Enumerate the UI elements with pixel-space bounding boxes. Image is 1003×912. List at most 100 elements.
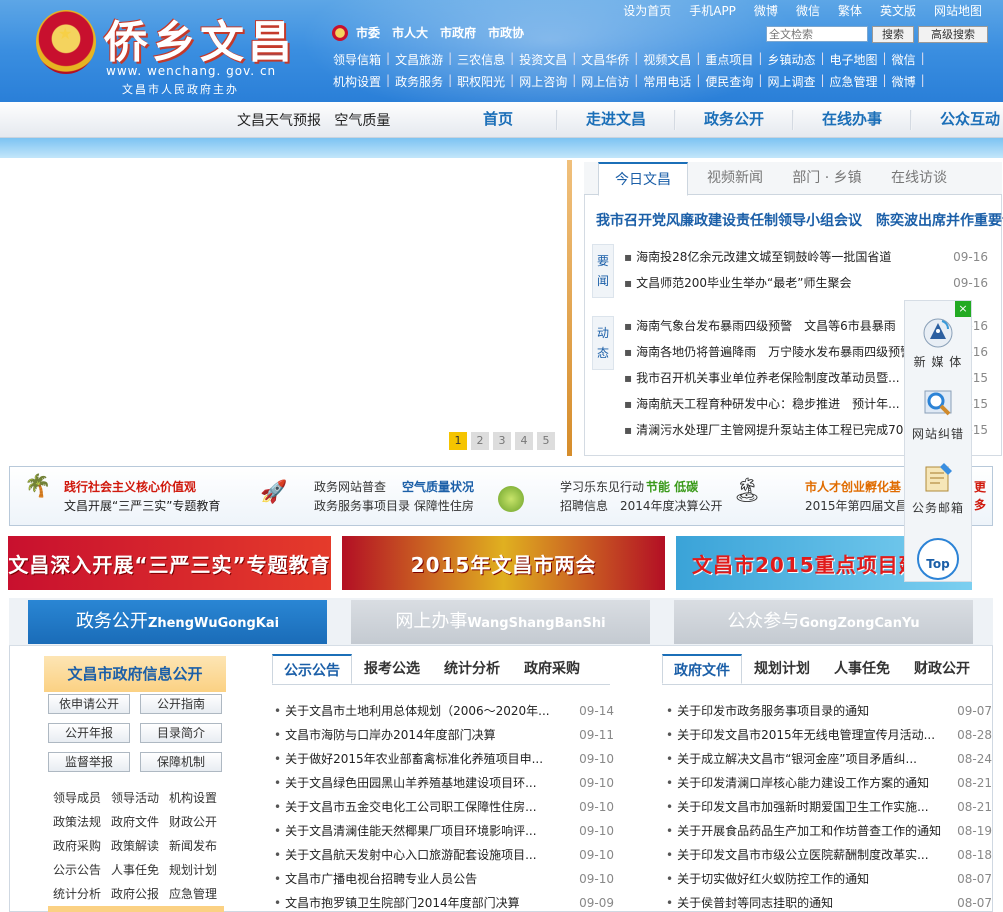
list-item[interactable]: • 关于文昌绿色田园黑山羊养殖基地建设项目环... 09-10 (274, 771, 614, 795)
header-link[interactable]: 机构设置 (333, 73, 381, 90)
header-link[interactable]: 文昌旅游 (395, 51, 443, 68)
nav-public-interaction[interactable]: 公众互动 (912, 102, 1003, 138)
tab-finance[interactable]: 财政公开 (906, 654, 978, 684)
tab-departments[interactable]: 部门 · 乡镇 (782, 162, 872, 194)
back-to-top-button[interactable]: Top (917, 538, 959, 580)
list-item[interactable]: • 关于文昌市土地利用总体规划（2006～2020年... 09-14 (274, 699, 614, 723)
slide-page[interactable]: 3 (493, 432, 511, 450)
header-link[interactable]: 文昌华侨 (581, 51, 629, 68)
tab-planning[interactable]: 规划计划 (746, 654, 818, 684)
list-item[interactable]: • 关于开展食品药品生产加工和作坊普查工作的通知 08-19 (666, 819, 992, 843)
slide-page[interactable]: 4 (515, 432, 533, 450)
info-link[interactable]: 公示公告 (53, 861, 101, 878)
header-link[interactable]: 便民查询 (705, 73, 753, 90)
tab-gov-affairs[interactable]: 政务公开ZhengWuGongKai (28, 600, 327, 644)
header-link[interactable]: 领导信箱 (333, 51, 381, 68)
slide-page[interactable]: 1 (449, 432, 467, 450)
info-link[interactable]: 机构设置 (169, 789, 217, 806)
news-item[interactable]: ▪ 海南投28亿余元改建文城至铜鼓岭等一批国省道 09-16 (624, 244, 988, 270)
strip-core-values[interactable]: 践行社会主义核心价值观 (64, 478, 196, 495)
header-link[interactable]: 投资文昌 (519, 51, 567, 68)
header-link[interactable]: 重点项目 (705, 51, 753, 68)
header-link[interactable]: 微信 (892, 51, 916, 68)
link-wechat[interactable]: 微信 (787, 2, 829, 19)
link-traditional[interactable]: 繁体 (829, 2, 871, 19)
strip-more-link[interactable]: 更多 (974, 478, 988, 514)
info-link[interactable]: 政策法规 (53, 813, 101, 830)
strip-talent-incubator[interactable]: 市人才创业孵化基 (805, 478, 901, 495)
tab-gov-documents[interactable]: 政府文件 (662, 654, 742, 684)
header-link[interactable]: 视频文昌 (643, 51, 691, 68)
link-sitemap[interactable]: 网站地图 (925, 2, 991, 19)
list-item[interactable]: • 关于印发文昌市市级公立医院薪酬制度改革实... 08-18 (666, 843, 992, 867)
news-headline[interactable]: 我市召开党风廉政建设责任制领导小组会议 陈奕波出席并作重要讲话 (596, 210, 1003, 230)
nav-gov-affairs[interactable]: 政务公开 (676, 102, 792, 138)
search-input[interactable] (766, 26, 868, 42)
list-item[interactable]: • 文昌市抱罗镇卫生院部门2014年度部门决算 09-09 (274, 891, 614, 912)
header-link[interactable]: 网上调查 (767, 73, 815, 90)
header-link[interactable]: 网上咨询 (519, 73, 567, 90)
list-item[interactable]: • 关于印发市政务服务事项目录的通知 09-07 (666, 699, 992, 723)
link-mobile-app[interactable]: 手机APP (680, 2, 745, 19)
list-item[interactable]: • 关于切实做好红火蚁防控工作的通知 08-07 (666, 867, 992, 891)
link-cppcc[interactable]: 市政协 (488, 24, 524, 41)
tab-appointments[interactable]: 人事任免 (826, 654, 898, 684)
tab-statistics[interactable]: 统计分析 (436, 654, 508, 684)
info-link[interactable]: 应急管理 (169, 885, 217, 902)
info-button-safeguard[interactable]: 保障机制 (140, 752, 222, 772)
link-english[interactable]: 英文版 (871, 2, 925, 19)
list-item[interactable]: • 关于做好2015年农业部畜禽标准化养殖项目申... 09-10 (274, 747, 614, 771)
tab-interviews[interactable]: 在线访谈 (874, 162, 964, 194)
news-item[interactable]: ▪ 文昌师范200毕业生举办“最老”师生聚会 09-16 (624, 270, 988, 296)
official-mail-link[interactable]: 公务邮箱 (905, 459, 971, 516)
header-link[interactable]: 电子地图 (830, 51, 878, 68)
header-link[interactable]: 网上信访 (581, 73, 629, 90)
info-link[interactable]: 人事任免 (111, 861, 159, 878)
tab-announcements[interactable]: 公示公告 (272, 654, 352, 684)
new-media-link[interactable]: 新 媒 体 (905, 313, 971, 370)
tab-today-wenchang[interactable]: 今日文昌 (598, 162, 688, 196)
nav-home[interactable]: 首页 (440, 102, 556, 138)
strip-learn-ledong[interactable]: 学习乐东见行动 (560, 478, 644, 495)
header-link[interactable]: 乡镇动态 (767, 51, 815, 68)
strip-education[interactable]: 文昌开展“三严三实”专题教育 (64, 497, 220, 514)
info-link[interactable]: 领导活动 (111, 789, 159, 806)
info-link[interactable]: 规划计划 (169, 861, 217, 878)
header-link[interactable]: 微博 (892, 73, 916, 90)
nav-online-services[interactable]: 在线办事 (794, 102, 910, 138)
info-button-report[interactable]: 监督举报 (48, 752, 130, 772)
slide-page[interactable]: 2 (471, 432, 489, 450)
strip-fourth-session[interactable]: 2015年第四届文昌 (805, 497, 908, 514)
info-link[interactable]: 领导成员 (53, 789, 101, 806)
info-link[interactable]: 新闻发布 (169, 837, 217, 854)
search-button[interactable]: 搜索 (872, 26, 914, 43)
info-button-guide[interactable]: 公开指南 (140, 694, 222, 714)
link-npc[interactable]: 市人大 (392, 24, 428, 41)
tab-procurement[interactable]: 政府采购 (516, 654, 588, 684)
list-item[interactable]: • 文昌市海防与口岸办2014年度部门决算 09-11 (274, 723, 614, 747)
site-correction-link[interactable]: 网站纠错 (905, 385, 971, 442)
advanced-search-button[interactable]: 高级搜索 (918, 26, 988, 43)
weather-link[interactable]: 文昌天气预报 (237, 113, 321, 129)
list-item[interactable]: • 关于文昌航天发射中心入口旅游配套设施项目... 09-10 (274, 843, 614, 867)
list-item[interactable]: • 关于侯普封等同志挂职的通知 08-07 (666, 891, 992, 912)
info-link[interactable]: 政府文件 (111, 813, 159, 830)
strip-energy-saving[interactable]: 节能 低碳 (646, 478, 698, 495)
list-item[interactable]: • 文昌市广播电视台招聘专业人员公告 09-10 (274, 867, 614, 891)
link-government[interactable]: 市政府 (440, 24, 476, 41)
info-button-annual-report[interactable]: 公开年报 (48, 723, 130, 743)
strip-website-census[interactable]: 政务网站普查 (314, 478, 386, 495)
slideshow[interactable] (0, 160, 572, 456)
info-link[interactable]: 政府采购 (53, 837, 101, 854)
header-link[interactable]: 政务服务 (395, 73, 443, 90)
info-link[interactable]: 政府公报 (111, 885, 159, 902)
info-disclosure-title[interactable]: 文昌市政府信息公开 (44, 656, 226, 692)
nav-about[interactable]: 走进文昌 (558, 102, 674, 138)
air-quality-link[interactable]: 空气质量 (334, 113, 390, 129)
banner-education[interactable]: 文昌深入开展“三严三实”专题教育 (8, 536, 331, 590)
header-link[interactable]: 应急管理 (830, 73, 878, 90)
list-item[interactable]: • 关于文昌市五金交电化工公司职工保障性住房... 09-10 (274, 795, 614, 819)
header-link[interactable]: 三农信息 (457, 51, 505, 68)
info-link[interactable]: 统计分析 (53, 885, 101, 902)
strip-services[interactable]: 政务服务事项目录 保障性住房 (314, 497, 474, 514)
